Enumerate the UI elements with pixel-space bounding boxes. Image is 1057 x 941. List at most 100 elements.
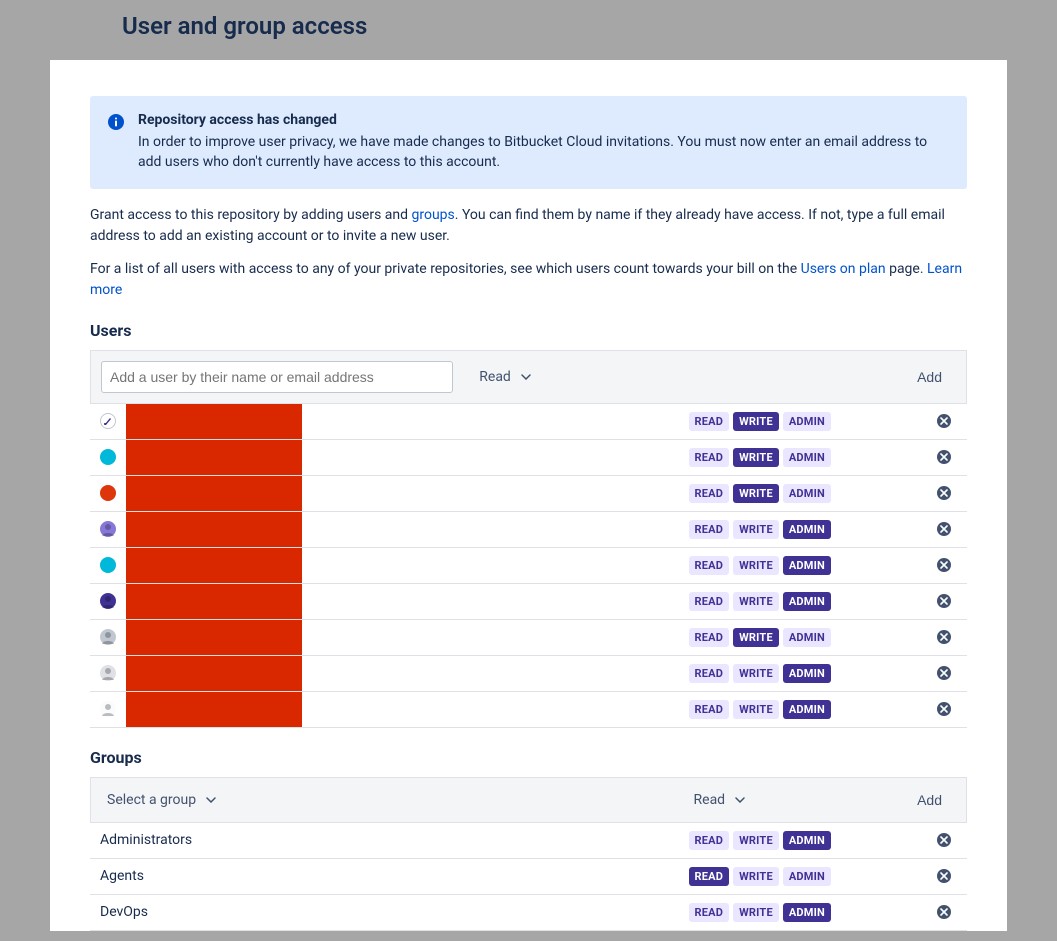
- perm-read-badge[interactable]: READ: [689, 412, 730, 431]
- perm-write-badge[interactable]: WRITE: [733, 903, 779, 922]
- perm-write-badge[interactable]: WRITE: [733, 592, 779, 611]
- user-row: READWRITEADMIN: [90, 656, 967, 692]
- add-group-button[interactable]: Add: [911, 791, 948, 809]
- remove-button[interactable]: [937, 630, 951, 644]
- perm-write-badge[interactable]: WRITE: [733, 628, 779, 647]
- remove-button[interactable]: [937, 414, 951, 428]
- redacted-username: [126, 548, 302, 583]
- groups-link[interactable]: groups: [412, 207, 455, 223]
- perm-read-badge[interactable]: READ: [689, 867, 730, 886]
- permission-toggle: READWRITEADMIN: [689, 556, 831, 575]
- perm-read-badge[interactable]: READ: [689, 700, 730, 719]
- billing-description: For a list of all users with access to a…: [90, 259, 967, 301]
- remove-button[interactable]: [937, 594, 951, 608]
- redacted-username: [126, 692, 302, 727]
- remove-button[interactable]: [937, 486, 951, 500]
- perm-read-badge[interactable]: READ: [689, 520, 730, 539]
- perm-admin-badge[interactable]: ADMIN: [783, 484, 831, 503]
- remove-button[interactable]: [937, 833, 951, 847]
- add-group-bar: Select a group Read Add: [90, 777, 967, 823]
- group-name: DevOps: [100, 904, 148, 920]
- redacted-username: [126, 404, 302, 439]
- redacted-username: [126, 440, 302, 475]
- group-name: Administrators: [100, 832, 192, 848]
- perm-read-badge[interactable]: READ: [689, 628, 730, 647]
- perm-admin-badge[interactable]: ADMIN: [783, 664, 831, 683]
- redacted-username: [126, 656, 302, 691]
- perm-admin-badge[interactable]: ADMIN: [783, 412, 831, 431]
- users-on-plan-link[interactable]: Users on plan: [801, 261, 886, 277]
- user-permission-dropdown[interactable]: Read: [473, 365, 537, 389]
- dropdown-label: Read: [479, 369, 511, 385]
- perm-admin-badge[interactable]: ADMIN: [783, 448, 831, 467]
- user-avatar: [100, 449, 116, 465]
- page-title: User and group access: [0, 0, 1057, 60]
- perm-write-badge[interactable]: WRITE: [733, 556, 779, 575]
- group-row: Agents READWRITEADMIN: [90, 859, 967, 895]
- perm-read-badge[interactable]: READ: [689, 831, 730, 850]
- remove-button[interactable]: [937, 558, 951, 572]
- group-permission-dropdown[interactable]: Read: [688, 788, 752, 812]
- add-user-bar: Read Add: [90, 350, 967, 404]
- permission-toggle: READWRITEADMIN: [689, 628, 831, 647]
- groups-list: Administrators READWRITEADMIN Agents REA…: [90, 823, 967, 931]
- remove-button[interactable]: [937, 702, 951, 716]
- add-user-input[interactable]: [101, 361, 453, 393]
- perm-admin-badge[interactable]: ADMIN: [783, 556, 831, 575]
- user-avatar: [100, 521, 116, 537]
- remove-button[interactable]: [937, 905, 951, 919]
- perm-write-badge[interactable]: WRITE: [733, 700, 779, 719]
- perm-read-badge[interactable]: READ: [689, 592, 730, 611]
- user-row: READWRITEADMIN: [90, 620, 967, 656]
- group-row: Administrators READWRITEADMIN: [90, 823, 967, 859]
- group-name: Agents: [100, 868, 144, 884]
- info-icon: [108, 114, 124, 130]
- perm-admin-badge[interactable]: ADMIN: [783, 628, 831, 647]
- perm-write-badge[interactable]: WRITE: [733, 831, 779, 850]
- remove-button[interactable]: [937, 450, 951, 464]
- perm-admin-badge[interactable]: ADMIN: [783, 700, 831, 719]
- remove-button[interactable]: [937, 666, 951, 680]
- user-avatar: [100, 701, 116, 717]
- redacted-username: [126, 476, 302, 511]
- perm-admin-badge[interactable]: ADMIN: [783, 592, 831, 611]
- redacted-username: [126, 584, 302, 619]
- perm-admin-badge[interactable]: ADMIN: [783, 831, 831, 850]
- redacted-username: [126, 512, 302, 547]
- add-user-button[interactable]: Add: [911, 368, 948, 386]
- perm-write-badge[interactable]: WRITE: [733, 867, 779, 886]
- perm-read-badge[interactable]: READ: [689, 484, 730, 503]
- perm-write-badge[interactable]: WRITE: [733, 448, 779, 467]
- permission-toggle: READWRITEADMIN: [689, 831, 831, 850]
- chevron-down-icon: [521, 374, 531, 380]
- perm-write-badge[interactable]: WRITE: [733, 520, 779, 539]
- user-avatar: [100, 665, 116, 681]
- remove-button[interactable]: [937, 522, 951, 536]
- user-avatar: [100, 593, 116, 609]
- dropdown-label: Select a group: [107, 792, 196, 808]
- select-group-dropdown[interactable]: Select a group: [101, 788, 222, 812]
- grant-access-description: Grant access to this repository by addin…: [90, 205, 967, 247]
- user-avatar: [100, 557, 116, 573]
- perm-write-badge[interactable]: WRITE: [733, 412, 779, 431]
- dropdown-label: Read: [694, 792, 726, 808]
- permission-toggle: READWRITEADMIN: [689, 867, 831, 886]
- user-row: READWRITEADMIN: [90, 512, 967, 548]
- user-row: READWRITEADMIN: [90, 548, 967, 584]
- permission-toggle: READWRITEADMIN: [689, 700, 831, 719]
- perm-admin-badge[interactable]: ADMIN: [783, 867, 831, 886]
- user-avatar: [100, 629, 116, 645]
- perm-read-badge[interactable]: READ: [689, 556, 730, 575]
- users-heading: Users: [90, 321, 967, 340]
- perm-read-badge[interactable]: READ: [689, 448, 730, 467]
- perm-read-badge[interactable]: READ: [689, 664, 730, 683]
- perm-write-badge[interactable]: WRITE: [733, 664, 779, 683]
- user-row: READWRITEADMIN: [90, 584, 967, 620]
- perm-write-badge[interactable]: WRITE: [733, 484, 779, 503]
- user-row: READWRITEADMIN: [90, 404, 967, 440]
- perm-admin-badge[interactable]: ADMIN: [783, 903, 831, 922]
- perm-admin-badge[interactable]: ADMIN: [783, 520, 831, 539]
- permission-toggle: READWRITEADMIN: [689, 484, 831, 503]
- remove-button[interactable]: [937, 869, 951, 883]
- perm-read-badge[interactable]: READ: [689, 903, 730, 922]
